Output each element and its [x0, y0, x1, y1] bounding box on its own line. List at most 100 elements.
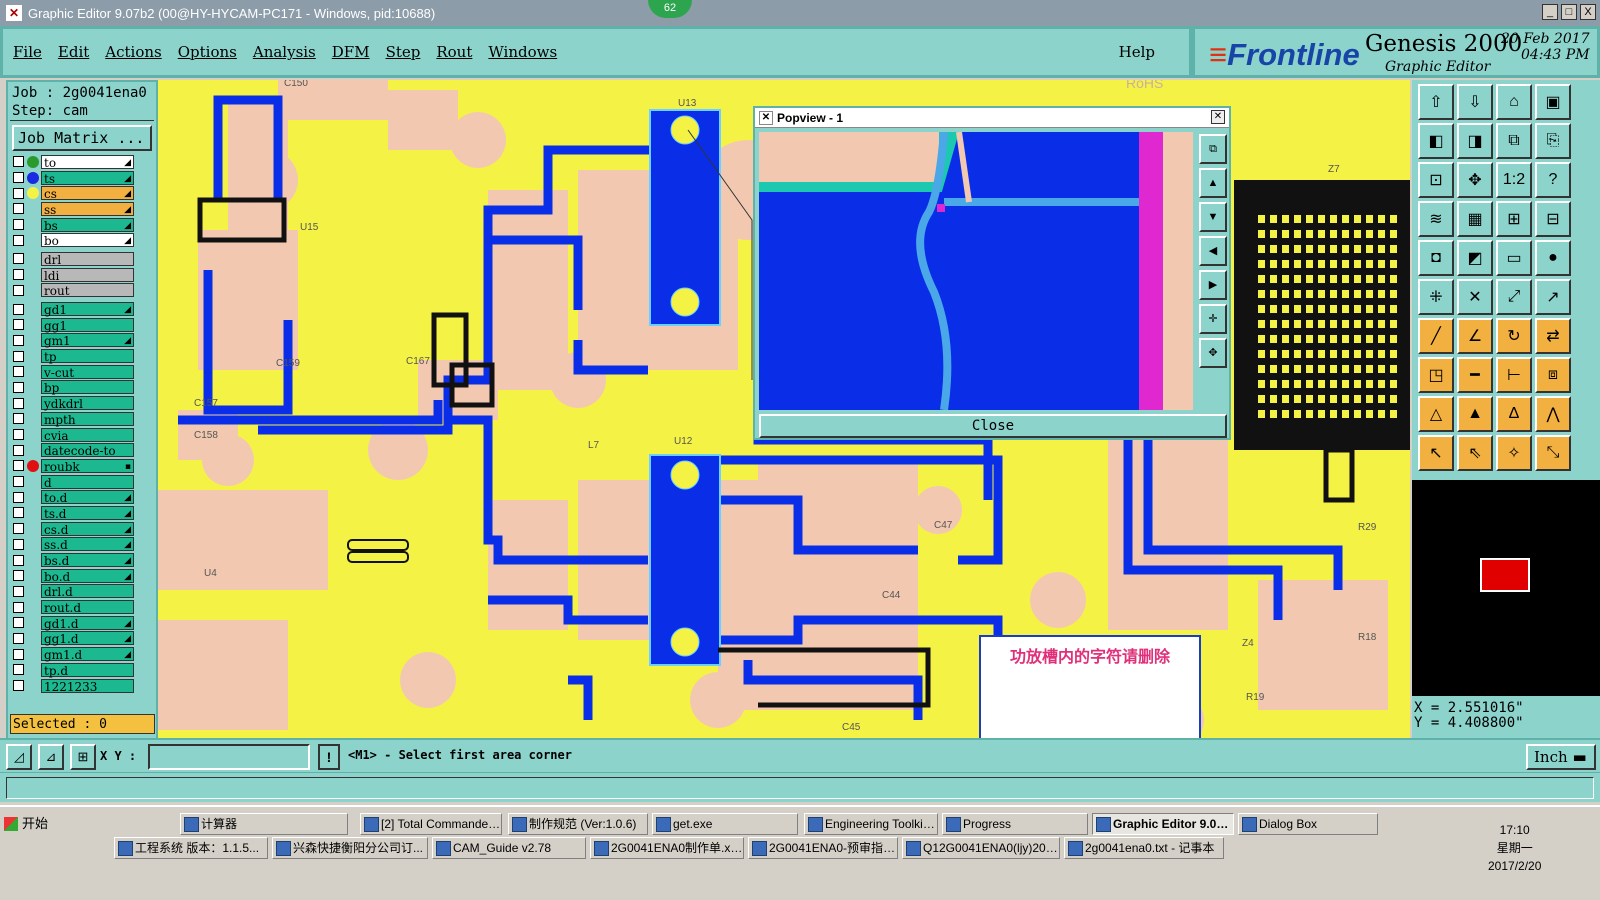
taskbar-button[interactable]: 制作规范 (Ver:1.0.6) — [508, 813, 648, 835]
layer-row[interactable]: gm1.d — [10, 646, 134, 662]
menu-file[interactable]: File — [13, 43, 42, 61]
layer-name[interactable]: gd1 — [41, 302, 134, 317]
fit-icon[interactable]: ⊡ — [1418, 162, 1454, 198]
layer-row[interactable]: ldi — [10, 267, 134, 283]
layer-name[interactable]: cs.d — [41, 521, 134, 537]
layer-row[interactable]: to — [10, 154, 134, 170]
menu-help[interactable]: Help — [1119, 43, 1155, 61]
pointer-alt-icon[interactable]: ⇖ — [1457, 435, 1493, 471]
taskbar-button[interactable]: Progress — [942, 813, 1088, 835]
layer-row[interactable]: d — [10, 474, 134, 490]
taskbar-button[interactable]: get.exe — [652, 813, 798, 835]
layer-row[interactable]: rout.d — [10, 599, 134, 615]
snap-icon[interactable]: ◿ — [6, 744, 32, 770]
taskbar-button[interactable]: 兴森快捷衡阳分公司订... — [272, 837, 428, 859]
save-icon[interactable]: ⇩ — [1457, 84, 1493, 120]
layer-name[interactable]: drl.d — [41, 584, 134, 599]
layer-checkbox[interactable] — [13, 507, 24, 519]
layer-name[interactable]: to.d — [41, 490, 134, 505]
layer-checkbox[interactable] — [13, 460, 24, 472]
taskbar-button[interactable]: Engineering Toolkit 9.... — [804, 813, 938, 835]
popview-zoom-in-icon[interactable]: ✛ — [1199, 304, 1227, 334]
layer-name[interactable]: tp.d — [41, 662, 134, 678]
layer-row[interactable]: bo — [10, 232, 134, 248]
layer-row[interactable]: rout — [10, 283, 134, 298]
measure-icon[interactable]: ⊿ — [38, 744, 64, 770]
layer-name[interactable]: ts.d — [41, 505, 134, 521]
menu-windows[interactable]: Windows — [488, 43, 557, 61]
taskbar-button[interactable]: Dialog Box — [1238, 813, 1378, 835]
layer-row[interactable]: ts.d — [10, 505, 134, 521]
layer-checkbox[interactable] — [13, 476, 24, 488]
layer-checkbox[interactable] — [13, 172, 24, 184]
close-button[interactable]: X — [1580, 4, 1596, 20]
layer-name[interactable]: ts — [41, 170, 134, 186]
layer-name[interactable]: v-cut — [41, 364, 134, 380]
layer-row[interactable]: gd1.d — [10, 615, 134, 631]
layer-row[interactable]: 1221233 — [10, 678, 134, 694]
layer-row[interactable]: cvia — [10, 427, 134, 443]
menu-actions[interactable]: Actions — [105, 43, 161, 61]
layer-name[interactable]: ss.d — [41, 537, 134, 552]
ruler-icon[interactable]: ▭ — [1496, 240, 1532, 276]
job-matrix-button[interactable]: Job Matrix ... — [12, 125, 152, 151]
line-tool-icon[interactable]: ╱ — [1418, 318, 1454, 354]
popview-window[interactable]: ✕ Popview - 1 ✕ ⧉ ▲ ▼ ◀ ▶ ✛ ✥ Close — [753, 106, 1231, 440]
minimize-button[interactable]: _ — [1542, 4, 1558, 20]
layer-row[interactable]: ydkdrl — [10, 395, 134, 411]
color-swatch[interactable] — [1480, 558, 1530, 592]
layer-name[interactable]: rout — [41, 283, 134, 298]
menu-edit[interactable]: Edit — [58, 43, 89, 61]
popview-pan-left-icon[interactable]: ◀ — [1199, 236, 1227, 266]
layer-checkbox[interactable] — [13, 366, 24, 378]
nodes-icon[interactable]: ⁜ — [1418, 279, 1454, 315]
popview-close-button[interactable]: Close — [759, 414, 1227, 438]
flip-icon[interactable]: ⧉ — [1496, 123, 1532, 159]
circle-dot-icon[interactable]: ● — [1535, 240, 1571, 276]
layer-row[interactable]: tp — [10, 348, 134, 364]
layer-checkbox[interactable] — [13, 187, 24, 199]
help-icon[interactable]: ? — [1535, 162, 1571, 198]
popview-pan-down-icon[interactable]: ▼ — [1199, 202, 1227, 232]
triangle-icon[interactable]: △ — [1418, 396, 1454, 432]
layer-name[interactable]: d — [41, 474, 134, 490]
layer-name[interactable]: roubk — [41, 458, 134, 474]
open-step-icon[interactable]: ⇧ — [1418, 84, 1454, 120]
layer-checkbox[interactable] — [13, 538, 24, 550]
popview-close-x[interactable]: ✕ — [1211, 110, 1225, 124]
layer-name[interactable]: to — [41, 154, 134, 170]
zoom-left-icon[interactable]: ◧ — [1418, 123, 1454, 159]
layer-name[interactable]: 1221233 — [41, 678, 134, 694]
layer-row[interactable]: ss.d — [10, 537, 134, 552]
layer-name[interactable]: gg1.d — [41, 631, 134, 646]
popview-canvas[interactable] — [759, 131, 1193, 411]
layer-name[interactable]: gm1 — [41, 333, 134, 348]
popview-pan-right-icon[interactable]: ▶ — [1199, 270, 1227, 300]
layer-row[interactable]: gd1 — [10, 301, 134, 317]
layer-checkbox[interactable] — [13, 632, 24, 644]
select-icon[interactable]: ◳ — [1418, 357, 1454, 393]
layer-name[interactable]: cs — [41, 186, 134, 201]
layer-checkbox[interactable] — [13, 523, 24, 535]
layers-icon[interactable]: ≋ — [1418, 201, 1454, 237]
layer-row[interactable]: ts — [10, 170, 134, 186]
minus-icon[interactable]: ━ — [1457, 357, 1493, 393]
layer-checkbox[interactable] — [13, 284, 24, 296]
units-selector[interactable]: Inch ▬ — [1526, 744, 1596, 770]
popview-pan-up-icon[interactable]: ▲ — [1199, 168, 1227, 198]
shape-a-icon[interactable]: Δ — [1496, 396, 1532, 432]
layer-checkbox[interactable] — [13, 444, 24, 456]
grid-icon[interactable]: ⊞ — [70, 744, 96, 770]
arrow-diag-icon[interactable]: ↗ — [1535, 279, 1571, 315]
layer-row[interactable]: cs.d — [10, 521, 134, 537]
taskbar-button[interactable]: 2G0041ENA0制作单.xls ... — [590, 837, 744, 859]
menu-analysis[interactable]: Analysis — [253, 43, 316, 61]
layer-name[interactable]: bo — [41, 233, 134, 248]
layer-row[interactable]: gg1.d — [10, 631, 134, 646]
window-icon[interactable]: ▣ — [1535, 84, 1571, 120]
layer-name[interactable]: tp — [41, 349, 134, 364]
layer-name[interactable]: gm1.d — [41, 647, 134, 662]
align-icon[interactable]: ⊢ — [1496, 357, 1532, 393]
menu-options[interactable]: Options — [178, 43, 237, 61]
layer-name[interactable]: bs.d — [41, 553, 134, 568]
